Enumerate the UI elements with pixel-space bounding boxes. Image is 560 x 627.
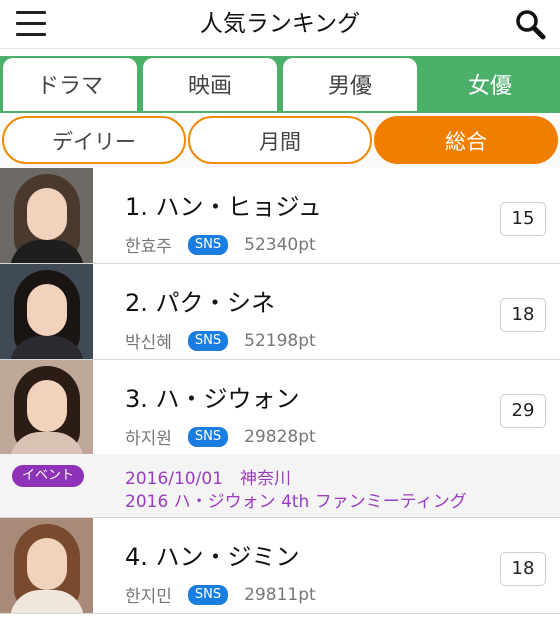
list-item[interactable]: 4. ハン・ジミン 한지민 SNS 29811pt 18 — [0, 518, 560, 614]
korean-name: 박신혜 — [125, 333, 172, 353]
count-badge[interactable]: 29 — [500, 394, 546, 428]
actress-photo — [0, 360, 93, 455]
search-icon[interactable] — [514, 8, 546, 40]
points: 52198pt — [244, 330, 316, 351]
actress-name: 1. ハン・ヒョジュ — [125, 193, 322, 221]
korean-name: 하지원 — [125, 429, 172, 449]
sns-badge: SNS — [187, 426, 229, 447]
list-item[interactable]: 2. パク・シネ 박신혜 SNS 52198pt 18 — [0, 264, 560, 360]
actress-meta: 한지민 SNS 29811pt — [125, 582, 316, 607]
tab-drama[interactable]: ドラマ — [1, 56, 139, 111]
period-tabs: デイリー 月間 総合 — [0, 113, 560, 169]
sns-badge: SNS — [187, 584, 229, 605]
actress-photo — [0, 518, 93, 613]
actress-meta: 박신혜 SNS 52198pt — [125, 328, 316, 353]
tab-monthly[interactable]: 月間 — [188, 116, 372, 164]
count-badge[interactable]: 15 — [500, 202, 546, 236]
actress-meta: 한효주 SNS 52340pt — [125, 232, 316, 257]
tab-actor[interactable]: 男優 — [281, 56, 419, 111]
list-item[interactable]: 3. ハ・ジウォン 하지원 SNS 29828pt 29 — [0, 360, 560, 456]
actress-meta: 하지원 SNS 29828pt — [125, 424, 316, 449]
actress-name: 4. ハン・ジミン — [125, 543, 300, 571]
korean-name: 한효주 — [125, 237, 172, 257]
sns-badge: SNS — [187, 234, 229, 255]
tab-actress[interactable]: 女優 — [421, 56, 559, 111]
event-date-location: 2016/10/01 神奈川 — [125, 469, 291, 489]
points: 52340pt — [244, 234, 316, 255]
event-badge: イベント — [12, 465, 85, 487]
category-tabs: ドラマ 映画 男優 女優 — [0, 56, 560, 113]
page-title: 人気ランキング — [199, 11, 361, 37]
points: 29828pt — [244, 426, 316, 447]
tab-movie[interactable]: 映画 — [141, 56, 279, 111]
sns-badge: SNS — [187, 330, 229, 351]
actress-name: 2. パク・シネ — [125, 289, 276, 317]
actress-photo — [0, 264, 93, 359]
points: 29811pt — [244, 584, 316, 605]
app-header: 人気ランキング — [0, 0, 560, 49]
list-item[interactable]: 1. ハン・ヒョジュ 한효주 SNS 52340pt 15 — [0, 168, 560, 264]
tab-overall[interactable]: 総合 — [374, 116, 558, 164]
actress-name: 3. ハ・ジウォン — [125, 385, 300, 413]
count-badge[interactable]: 18 — [500, 552, 546, 586]
tab-daily[interactable]: デイリー — [2, 116, 186, 164]
event-banner[interactable]: イベント 2016/10/01 神奈川 2016 ハ・ジウォン 4th ファンミ… — [0, 454, 560, 518]
korean-name: 한지민 — [125, 587, 172, 607]
actress-photo — [0, 168, 93, 263]
event-title: 2016 ハ・ジウォン 4th ファンミーティング — [125, 492, 467, 512]
count-badge[interactable]: 18 — [500, 298, 546, 332]
